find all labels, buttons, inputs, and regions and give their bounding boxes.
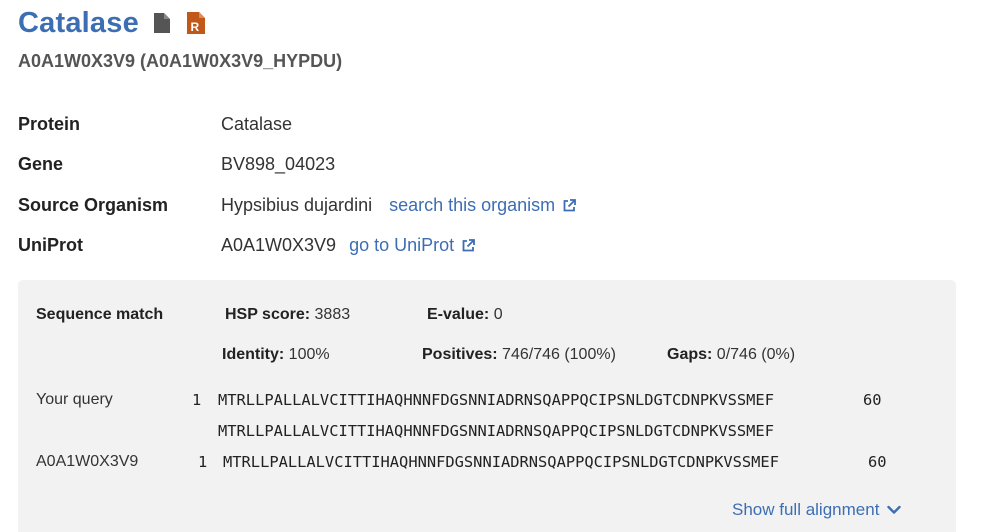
show-full-alignment-button[interactable]: Show full alignment <box>732 500 902 520</box>
uniprot-row: UniProt A0A1W0X3V9 go to UniProt <box>18 226 576 267</box>
identity-value: 100% <box>288 346 330 363</box>
external-link-icon <box>563 198 577 212</box>
hsp-score-value: 3883 <box>314 306 351 323</box>
positives-value: 746/746 (100%) <box>502 346 616 363</box>
subject-label: A0A1W0X3V9 <box>36 453 139 470</box>
subject-start: 1 <box>198 453 208 471</box>
e-value: E-value: 0 <box>427 306 503 324</box>
gaps: Gaps: 0/746 (0%) <box>667 346 795 364</box>
external-link-icon <box>462 239 476 252</box>
subject-end: 60 <box>868 453 887 471</box>
query-end: 60 <box>863 391 882 409</box>
hsp-score-label: HSP score: <box>225 306 311 323</box>
protein-label: Protein <box>18 113 81 134</box>
document-icon[interactable] <box>153 12 171 34</box>
organism-value: Hypsibius dujardini <box>221 194 373 215</box>
query-sequence: MTRLLPALLALVCITTIHAQHNNFDGSNNIADRNSQAPPQ… <box>218 391 774 409</box>
hsp-score: HSP score: 3883 <box>225 306 350 324</box>
query-start: 1 <box>192 391 202 409</box>
gene-value: BV898_04023 <box>221 154 336 175</box>
match-sequence: MTRLLPALLALVCITTIHAQHNNFDGSNNIADRNSQAPPQ… <box>218 422 774 440</box>
gaps-label: Gaps: <box>667 346 713 363</box>
svg-text:R: R <box>190 20 199 34</box>
query-label: Your query <box>36 391 113 408</box>
page-header: Catalase R <box>18 4 206 42</box>
positives: Positives: 746/746 (100%) <box>422 346 616 364</box>
gene-row: Gene BV898_04023 <box>18 145 576 186</box>
identity: Identity: 100% <box>222 346 330 364</box>
e-value-label: E-value: <box>427 306 490 323</box>
search-organism-link[interactable]: search this organism <box>389 194 577 216</box>
sequence-match-panel: Sequence match HSP score: 3883 E-value: … <box>18 280 956 532</box>
organism-row: Source Organism Hypsibius dujardini sear… <box>18 185 577 226</box>
positives-label: Positives: <box>422 346 498 363</box>
show-full-alignment-label: Show full alignment <box>732 500 880 519</box>
gaps-value: 0/746 (0%) <box>716 346 796 363</box>
protein-info-table: Protein Catalase Gene BV898_04023 Source… <box>18 104 577 267</box>
identity-label: Identity: <box>222 346 285 363</box>
protein-value: Catalase <box>221 113 293 134</box>
protein-row: Protein Catalase <box>18 104 576 145</box>
subject-sequence: MTRLLPALLALVCITTIHAQHNNFDGSNNIADRNSQAPPQ… <box>223 453 779 471</box>
search-organism-link-text: search this organism <box>389 194 556 215</box>
uniprot-label: UniProt <box>18 235 83 256</box>
gene-label: Gene <box>18 154 64 175</box>
uniprot-value: A0A1W0X3V9 <box>221 235 337 256</box>
sequence-match-heading: Sequence match <box>36 306 164 323</box>
chevron-down-icon <box>887 505 902 515</box>
go-to-uniprot-link-text: go to UniProt <box>349 235 455 256</box>
r-file-icon[interactable]: R <box>186 11 206 35</box>
e-value-value: 0 <box>493 306 503 323</box>
page-title: Catalase <box>18 6 139 39</box>
entry-subtitle: A0A1W0X3V9 (A0A1W0X3V9_HYPDU) <box>18 51 343 71</box>
organism-label: Source Organism <box>18 194 169 215</box>
go-to-uniprot-link[interactable]: go to UniProt <box>349 235 476 256</box>
